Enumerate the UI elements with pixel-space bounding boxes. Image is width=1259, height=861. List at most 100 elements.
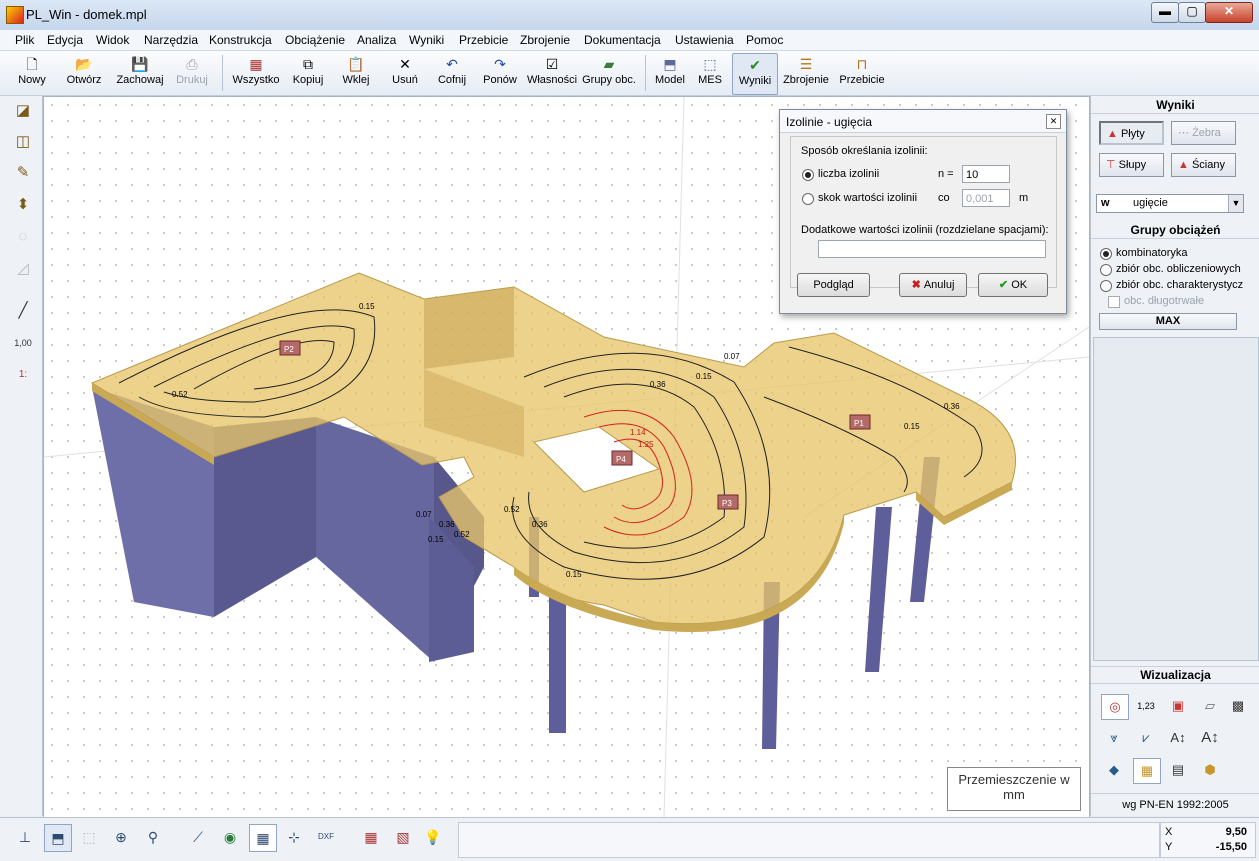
ribs-button[interactable]: ⋯ Żebra (1171, 121, 1236, 145)
zoom-fit-icon[interactable]: ⊕ (108, 824, 134, 850)
results-button[interactable]: ✔ Wyniki (732, 53, 778, 95)
menu-dokumentacja[interactable]: Dokumentacja (584, 33, 661, 47)
cancel-x-icon: ✖ (911, 279, 924, 291)
font-smaller-icon[interactable]: A↕ (1165, 726, 1191, 750)
x-label: X (1165, 826, 1173, 838)
new-button[interactable]: 🗋 Nowy (12, 53, 52, 93)
view-3d-icon[interactable]: ⬒ (44, 824, 72, 852)
help-box-icon[interactable]: ⬢ (1197, 758, 1223, 782)
labels-icon[interactable]: ▤ (1165, 758, 1191, 782)
max-button[interactable]: MAX (1099, 313, 1237, 330)
menu-analiza[interactable]: Analiza (357, 33, 396, 47)
walls-button[interactable]: ▲ Ściany (1171, 153, 1236, 177)
add-slab-tool-icon[interactable]: ◪ (11, 100, 35, 122)
layer-b-icon[interactable]: ▧ (390, 824, 416, 850)
reinforcement-button[interactable]: ☰ Zbrojenie (782, 53, 830, 93)
globe-rotate-icon[interactable]: ◉ (217, 824, 243, 850)
properties-button[interactable]: ☑ Własności (526, 53, 578, 93)
step-radio[interactable] (802, 193, 814, 205)
copy-button[interactable]: ⧉ Kopiuj (291, 53, 325, 93)
print-button[interactable]: ⎙ Drukuj (172, 53, 212, 93)
font-larger-icon[interactable]: A↕ (1197, 726, 1223, 750)
dimension-tool-icon[interactable]: 1,00 (11, 332, 35, 354)
step-input[interactable]: 0,001 (962, 189, 1010, 207)
scale-shape-icon[interactable]: ⩗ (1133, 726, 1159, 750)
menu-konstrukcja[interactable]: Konstrukcja (209, 33, 272, 47)
copy-icon: ⧉ (303, 56, 313, 72)
count-input[interactable]: 10 (962, 165, 1010, 183)
preview-button[interactable]: Podgląd (797, 273, 870, 297)
layer-a-icon[interactable]: ▦ (358, 824, 384, 850)
lightbulb-icon[interactable]: 💡 (420, 824, 446, 850)
design-loads-radio[interactable] (1100, 264, 1112, 276)
extra-values-input[interactable] (818, 240, 1046, 258)
columns-button[interactable]: ⊤ Słupy (1099, 153, 1164, 177)
dialog-close-icon[interactable]: ✕ (1046, 114, 1061, 129)
edit-slab-tool-icon[interactable]: ✎ (11, 162, 35, 184)
cancel-button[interactable]: ✖ Anuluj (899, 273, 967, 297)
punching-button[interactable]: ⊓ Przebicie (838, 53, 886, 93)
values-icon[interactable]: 1,23 (1133, 694, 1159, 718)
char-loads-radio[interactable] (1100, 280, 1112, 292)
menu-pomoc[interactable]: Pomoc (746, 33, 783, 47)
fill-map-icon[interactable]: ▣ (1165, 694, 1191, 718)
paste-button[interactable]: 📋 Wklej (340, 53, 372, 93)
select-all-button[interactable]: ▦ Wszystko (230, 53, 282, 93)
add-column-tool-icon[interactable]: ⬍ (11, 194, 35, 216)
menu-ustawienia[interactable]: Ustawienia (675, 33, 734, 47)
undo-button[interactable]: ↶ Cofnij (435, 53, 469, 93)
dialog-body (790, 136, 1057, 288)
menu-wyniki[interactable]: Wyniki (409, 33, 444, 47)
menu-obciazenie[interactable]: Obciążenie (285, 33, 345, 47)
axes-icon[interactable]: ⟋ (185, 824, 211, 850)
pattern-icon[interactable]: ▩ (1225, 694, 1251, 718)
close-button[interactable]: ✕ (1205, 2, 1253, 23)
disabled-tool-icon[interactable]: ◌ (11, 226, 35, 248)
menu-narzedzia[interactable]: Narzędzia (144, 33, 198, 47)
x-value: 9,50 (1225, 826, 1247, 838)
grid-snap-icon[interactable]: ▦ (249, 824, 277, 852)
toolbar-separator (222, 55, 223, 91)
pointer-snap-icon[interactable]: ⊹ (281, 824, 307, 850)
isolines-dialog: Izolinie - ugięcia ✕ Sposób określania i… (779, 109, 1067, 314)
combinatorics-radio[interactable] (1100, 248, 1112, 260)
results-info-panel (1093, 337, 1259, 661)
view-plan-icon[interactable]: ⊥ (12, 824, 38, 850)
long-term-checkbox[interactable] (1108, 296, 1120, 308)
scale-tool-icon[interactable]: 1: (11, 364, 35, 386)
menu-przebicie[interactable]: Przebicie (459, 33, 508, 47)
menu-widok[interactable]: Widok (96, 33, 129, 47)
slab-tag-label: P4 (616, 455, 626, 464)
ok-button[interactable]: ✔ OK (978, 273, 1048, 297)
menu-plik[interactable]: Plik (15, 33, 34, 47)
redo-button[interactable]: ↷ Ponów (482, 53, 518, 93)
minimize-button[interactable]: ▬ (1151, 2, 1179, 23)
slabs-button[interactable]: ▲ Płyty (1099, 121, 1164, 145)
menu-edycja[interactable]: Edycja (47, 33, 83, 47)
zoom-window-icon[interactable]: ⬚ (76, 824, 102, 850)
model-button[interactable]: ⬒ Model (652, 53, 688, 93)
result-type-select[interactable]: w ugięcie ▼ (1096, 194, 1244, 213)
line-tool-icon[interactable]: ╱ (11, 300, 35, 322)
delete-button[interactable]: ✕ Usuń (390, 53, 420, 93)
load-groups-button[interactable]: ▰ Grupy obc. (580, 53, 638, 93)
mesh-view-icon[interactable]: ▱ (1197, 694, 1223, 718)
grid-view-icon[interactable]: ▦ (1133, 758, 1161, 784)
count-radio[interactable] (802, 169, 814, 181)
menu-zbrojenie[interactable]: Zbrojenie (520, 33, 570, 47)
expand-view-icon[interactable]: ⩔ (1101, 726, 1127, 750)
maximize-button[interactable]: ▢ (1178, 2, 1206, 23)
dialog-title-bar: Izolinie - ugięcia ✕ (780, 110, 1066, 133)
result-legend: Przemieszczenie w mm (947, 767, 1081, 811)
step-label: skok wartości izolinii (818, 192, 918, 204)
mes-button[interactable]: ⬚ MES (695, 53, 725, 93)
zoom-icon[interactable]: ⚲ (140, 824, 166, 850)
dxf-icon[interactable]: DXF (313, 824, 339, 850)
solid-view-icon[interactable]: ◆ (1101, 758, 1127, 782)
open-button[interactable]: 📂 Otwórz (62, 53, 106, 93)
save-button[interactable]: 💾 Zachowaj (113, 53, 167, 93)
disabled-tool-icon[interactable]: ◿ (11, 258, 35, 280)
add-wall-tool-icon[interactable]: ◫ (11, 131, 35, 153)
y-label: Y (1165, 841, 1173, 853)
isolines-icon[interactable]: ◎ (1101, 694, 1129, 720)
